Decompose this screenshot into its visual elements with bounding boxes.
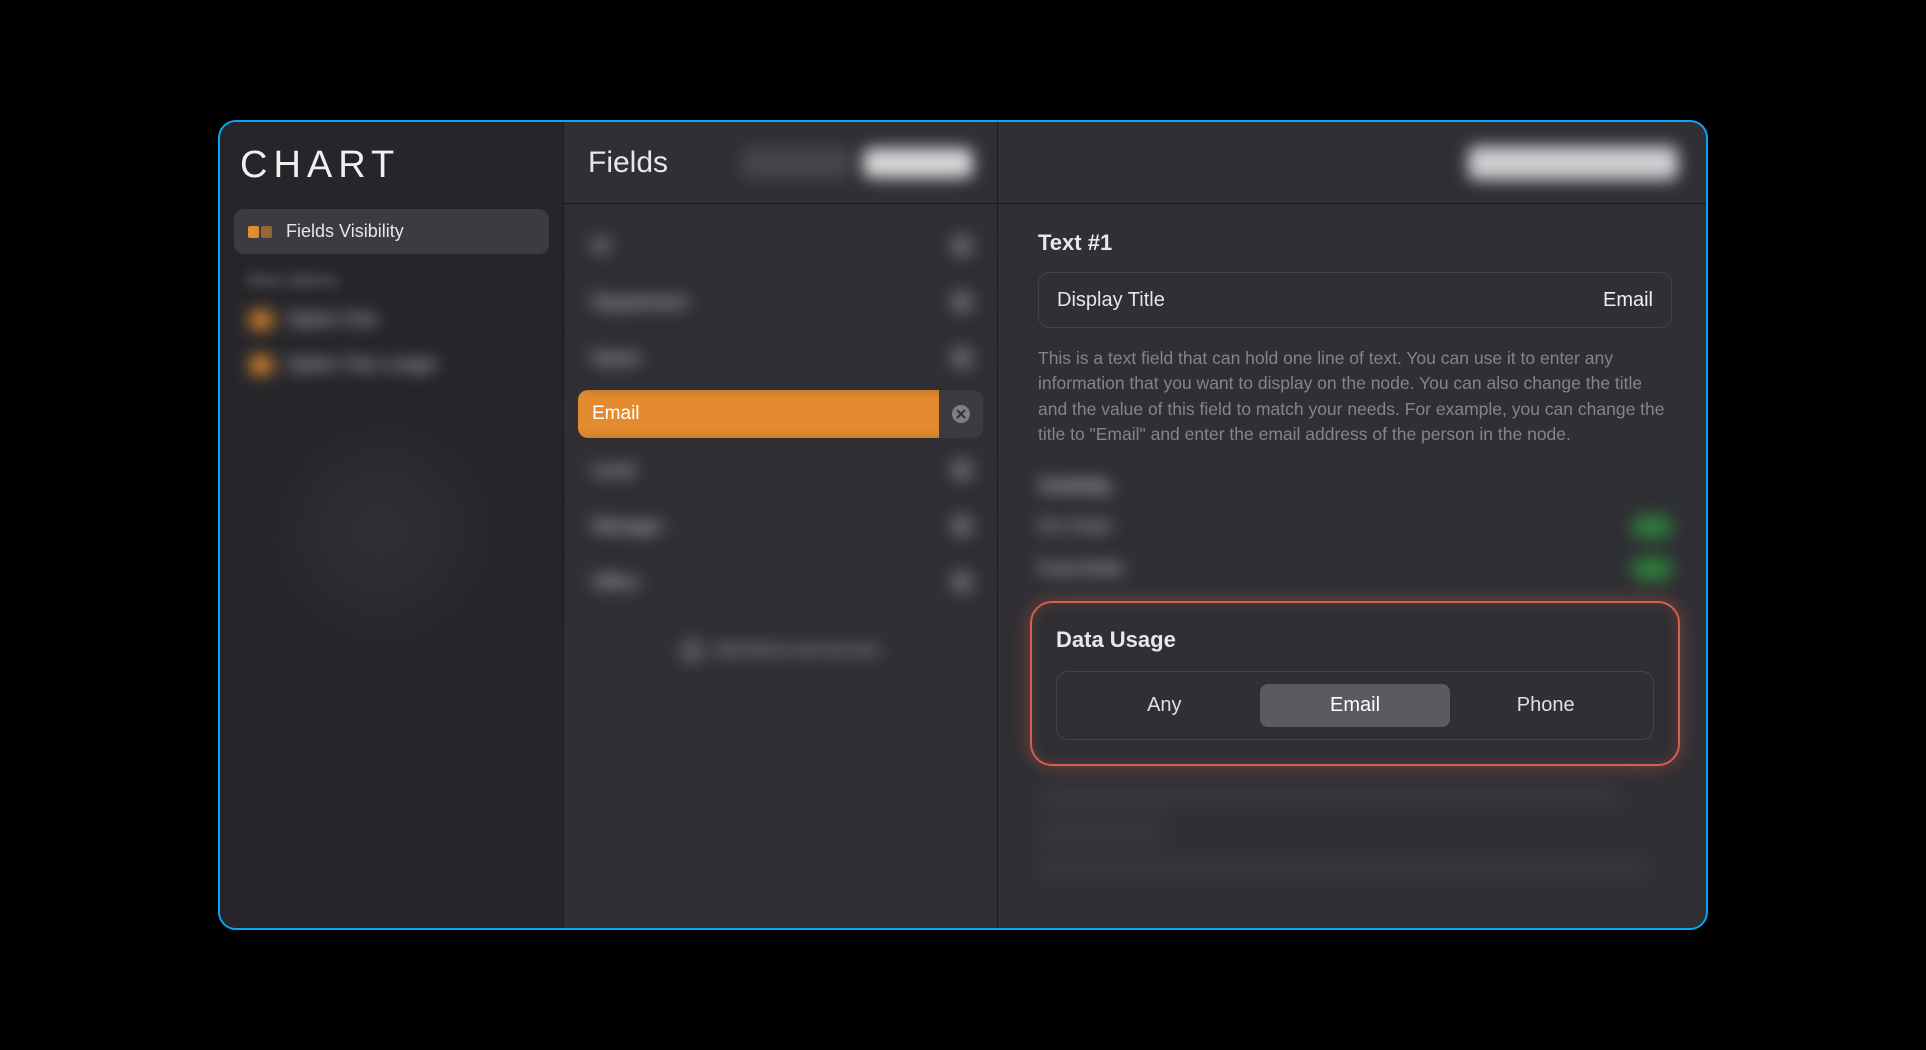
generic-icon bbox=[248, 356, 274, 374]
toggle-switch[interactable] bbox=[1632, 557, 1672, 581]
field-row[interactable]: Level bbox=[578, 446, 983, 494]
segment-email[interactable]: Email bbox=[1260, 684, 1451, 727]
sidebar-item-blurred-1[interactable]: Option One bbox=[234, 297, 549, 342]
data-usage-segmented: Any Email Phone bbox=[1069, 684, 1641, 727]
sidebar-group-label: More Options bbox=[248, 272, 549, 289]
options-header: Visibility bbox=[1038, 476, 1672, 497]
fields-title: Fields bbox=[588, 146, 668, 180]
sidebar-item-blurred-2[interactable]: Option Two Longer bbox=[234, 342, 549, 387]
details-body: Text #1 Display Title Email This is a te… bbox=[998, 204, 1706, 928]
options-group: Visibility On Chart Exportable bbox=[1038, 476, 1672, 581]
sidebar-item-fields-visibility[interactable]: Fields Visibility bbox=[234, 209, 549, 254]
fields-column: Fields ID Department Name bbox=[564, 122, 998, 928]
option-label: Exportable bbox=[1038, 558, 1124, 579]
fields-list: ID Department Name Email bbox=[564, 204, 997, 672]
visibility-toggle-icon[interactable] bbox=[951, 571, 973, 593]
generic-icon bbox=[248, 311, 274, 329]
field-label-selected: Email bbox=[578, 390, 939, 438]
sidebar: CHART Fields Visibility More Options Opt… bbox=[220, 122, 564, 928]
option-row[interactable]: On Chart bbox=[1038, 515, 1672, 539]
fields-footer-text: Add field to the list here bbox=[713, 642, 880, 660]
options-header-label: Visibility bbox=[1038, 476, 1112, 497]
visibility-toggle-icon[interactable] bbox=[951, 515, 973, 537]
field-row[interactable]: Department bbox=[578, 278, 983, 326]
header-chip[interactable] bbox=[741, 148, 851, 178]
header-control[interactable] bbox=[1434, 146, 1458, 180]
option-row[interactable]: Exportable bbox=[1038, 557, 1672, 581]
option-label: On Chart bbox=[1038, 516, 1111, 537]
fields-visibility-icon bbox=[248, 223, 274, 241]
visibility-toggle-icon[interactable] bbox=[951, 235, 973, 257]
visibility-toggle-icon[interactable] bbox=[951, 347, 973, 369]
field-row[interactable]: Name bbox=[578, 334, 983, 382]
field-row[interactable]: Manager bbox=[578, 502, 983, 550]
details-header bbox=[998, 122, 1706, 204]
field-label: Email bbox=[592, 403, 640, 425]
field-label: Department bbox=[592, 292, 686, 313]
add-icon bbox=[681, 640, 703, 662]
field-row-selected[interactable]: Email bbox=[578, 390, 983, 438]
field-row[interactable]: ID bbox=[578, 222, 983, 270]
data-usage-highlight: Data Usage Any Email Phone bbox=[1030, 601, 1680, 766]
section-title: Text #1 bbox=[1038, 230, 1672, 256]
header-control[interactable] bbox=[1468, 146, 1678, 180]
segment-phone[interactable]: Phone bbox=[1450, 684, 1641, 727]
sidebar-preview-circle bbox=[277, 427, 507, 657]
toggle-switch[interactable] bbox=[1632, 515, 1672, 539]
fields-header-controls bbox=[741, 148, 973, 178]
sidebar-item-label: Option Two Longer bbox=[286, 354, 438, 375]
display-title-input[interactable]: Display Title Email bbox=[1038, 272, 1672, 328]
segment-any[interactable]: Any bbox=[1069, 684, 1260, 727]
field-label: Office bbox=[592, 572, 639, 593]
field-label: ID bbox=[592, 236, 610, 257]
field-label: Name bbox=[592, 348, 640, 369]
details-more-blurred bbox=[1038, 788, 1672, 878]
sidebar-title: CHART bbox=[240, 144, 549, 187]
display-title-value: Email bbox=[1603, 289, 1653, 312]
field-row[interactable]: Office bbox=[578, 558, 983, 606]
fields-header: Fields bbox=[564, 122, 997, 204]
remove-field-button[interactable] bbox=[939, 390, 983, 438]
header-chip[interactable] bbox=[863, 148, 973, 178]
display-title-label: Display Title bbox=[1057, 289, 1165, 312]
data-usage-segmented-wrap: Any Email Phone bbox=[1056, 671, 1654, 740]
sidebar-item-label: Fields Visibility bbox=[286, 221, 404, 242]
visibility-toggle-icon[interactable] bbox=[951, 459, 973, 481]
visibility-toggle-icon[interactable] bbox=[951, 291, 973, 313]
app-window: CHART Fields Visibility More Options Opt… bbox=[218, 120, 1708, 930]
field-description: This is a text field that can hold one l… bbox=[1038, 346, 1672, 448]
sidebar-item-label: Option One bbox=[286, 309, 378, 330]
data-usage-title: Data Usage bbox=[1056, 627, 1654, 653]
close-circle-icon bbox=[951, 404, 971, 424]
fields-footer[interactable]: Add field to the list here bbox=[578, 640, 983, 662]
details-column: Text #1 Display Title Email This is a te… bbox=[998, 122, 1706, 928]
field-label: Manager bbox=[592, 516, 663, 537]
field-label: Level bbox=[592, 460, 635, 481]
